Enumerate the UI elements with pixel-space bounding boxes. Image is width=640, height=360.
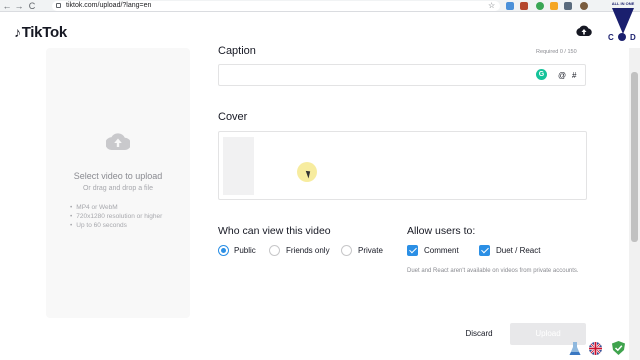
radio-public[interactable] [218, 245, 229, 256]
reload-button[interactable]: C [27, 0, 37, 12]
requirement-item: MP4 or WebM [70, 203, 162, 212]
profile-avatar[interactable] [580, 2, 588, 10]
extension-icon[interactable] [564, 2, 572, 10]
channel-watermark-logo: ALL IN ONE C D [606, 0, 640, 52]
tiktok-note-icon: ♪ [14, 24, 21, 40]
cloud-upload-icon [106, 133, 130, 150]
radio-label-private[interactable]: Private [358, 246, 383, 255]
duet-react-note: Duet and React aren't available on video… [407, 268, 579, 274]
privacy-title: Who can view this video [218, 225, 331, 237]
upload-title: Select video to upload [73, 171, 163, 181]
extension-icon[interactable] [536, 2, 544, 10]
caption-char-count: Required 0 / 150 [536, 49, 577, 55]
cover-selector[interactable] [218, 131, 587, 200]
upload-requirements: MP4 or WebM 720x1280 resolution or highe… [70, 203, 162, 230]
watermark-v-shape [612, 8, 634, 34]
radio-private[interactable] [341, 245, 352, 256]
radio-label-public[interactable]: Public [234, 246, 256, 255]
requirement-item: 720x1280 resolution or higher [70, 212, 162, 221]
requirement-item: Up to 60 seconds [70, 221, 162, 230]
extension-icon[interactable] [550, 2, 558, 10]
cover-label: Cover [218, 111, 248, 123]
watermark-letter: C [608, 33, 614, 42]
address-bar[interactable]: tiktok.com/upload/?lang=en ☆ [52, 1, 500, 11]
duet-react-checkbox[interactable] [479, 245, 490, 256]
hashtag-button[interactable]: # [572, 71, 576, 80]
comment-label[interactable]: Comment [424, 246, 459, 255]
url-text: tiktok.com/upload/?lang=en [66, 2, 152, 9]
allow-users-title: Allow users to: [407, 225, 476, 237]
uk-flag-icon[interactable] [589, 342, 602, 355]
lock-icon [56, 3, 61, 8]
app-header: ♪TikTok [0, 13, 606, 49]
caption-label: Caption [218, 45, 256, 57]
discard-button[interactable]: Discard [453, 323, 505, 345]
scrollbar-thumb[interactable] [631, 72, 638, 242]
tiktok-logo[interactable]: ♪TikTok [14, 24, 67, 41]
watermark-dot [618, 33, 626, 41]
browser-toolbar: ← → C tiktok.com/upload/?lang=en ☆ [0, 0, 640, 12]
grammarly-icon[interactable]: G [536, 69, 547, 80]
mention-button[interactable]: @ [558, 71, 566, 80]
watermark-caption: ALL IN ONE [611, 1, 635, 6]
cover-thumbnail[interactable] [223, 137, 254, 195]
upload-dropzone[interactable]: Select video to upload Or drag and drop … [46, 48, 190, 318]
radio-friends-only[interactable] [269, 245, 280, 256]
cloud-upload-icon[interactable] [576, 25, 592, 36]
flask-icon [569, 342, 581, 355]
shield-check-icon[interactable] [612, 341, 625, 355]
back-button[interactable]: ← [2, 0, 12, 12]
comment-checkbox[interactable] [407, 245, 418, 256]
watermark-letter: D [630, 33, 636, 42]
upload-subtitle: Or drag and drop a file [82, 185, 154, 192]
extension-icon[interactable] [506, 2, 514, 10]
radio-label-friends-only[interactable]: Friends only [286, 246, 330, 255]
caption-input[interactable] [218, 64, 586, 86]
logo-text: TikTok [21, 24, 67, 41]
flag-extension-icon[interactable] [520, 2, 528, 10]
forward-button[interactable]: → [14, 0, 24, 12]
duet-react-label[interactable]: Duet / React [496, 246, 540, 255]
bookmark-star-icon[interactable]: ☆ [488, 1, 495, 11]
